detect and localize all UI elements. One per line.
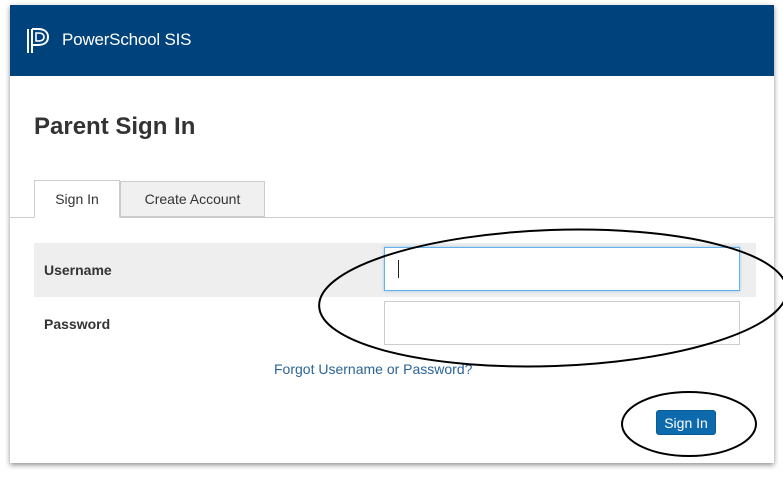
username-field[interactable] [384, 247, 740, 291]
password-label: Password [44, 316, 111, 332]
sign-in-button[interactable]: Sign In [656, 410, 716, 435]
username-label: Username [44, 262, 112, 278]
page-title: Parent Sign In [34, 113, 196, 140]
password-field[interactable] [384, 301, 740, 345]
brand-name: PowerSchool SIS [62, 30, 192, 49]
text-cursor [398, 260, 399, 278]
tab-create-account[interactable]: Create Account [120, 181, 265, 217]
tabs-divider [10, 217, 774, 218]
forgot-credentials-link[interactable]: Forgot Username or Password? [274, 361, 472, 377]
page: PowerSchool SIS Parent Sign In Sign In C… [0, 0, 783, 478]
top-bar: PowerSchool SIS [10, 5, 774, 76]
sign-in-card: PowerSchool SIS Parent Sign In Sign In C… [10, 5, 774, 463]
tab-sign-in[interactable]: Sign In [34, 180, 120, 218]
powerschool-logo-icon [27, 28, 50, 53]
